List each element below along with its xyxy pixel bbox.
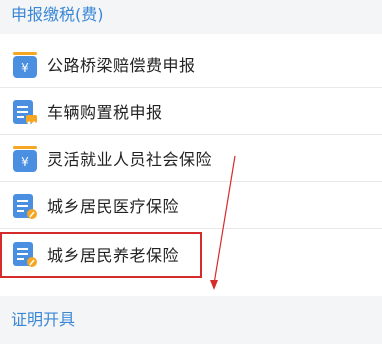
section-header-certificate: 证明开具 [0, 296, 382, 344]
document-car-icon [13, 100, 37, 125]
menu-item-urban-rural-medical-insurance[interactable]: 城乡居民医疗保险 [0, 182, 382, 229]
section-title-declare: 申报缴税(费) [11, 5, 104, 24]
menu-item-label: 车辆购置税申报 [47, 103, 163, 122]
menu-item-highway-bridge-compensation[interactable]: ¥ 公路桥梁赔偿费申报 [0, 41, 382, 88]
menu-item-label: 灵活就业人员社会保险 [47, 150, 213, 169]
yuan-coin-icon: ¥ [13, 52, 37, 78]
section-title-certificate: 证明开具 [11, 310, 76, 329]
svg-text:¥: ¥ [21, 155, 29, 169]
section-header-declare: 申报缴税(费) [0, 0, 382, 34]
menu-item-urban-rural-pension-insurance[interactable]: 城乡居民养老保险 [0, 230, 382, 277]
yuan-coin-icon: ¥ [13, 146, 37, 172]
svg-text:¥: ¥ [21, 61, 29, 75]
document-pencil-icon [13, 194, 37, 219]
menu-item-vehicle-purchase-tax[interactable]: 车辆购置税申报 [0, 88, 382, 135]
tax-service-page: 申报缴税(费) ¥ 公路桥梁赔偿费申报 车辆购置税申报 ¥ 灵活就业人员社会保险… [0, 0, 382, 344]
separator-gap [0, 282, 382, 296]
menu-item-label: 城乡居民医疗保险 [47, 197, 180, 216]
menu-item-flexible-employment-insurance[interactable]: ¥ 灵活就业人员社会保险 [0, 135, 382, 182]
menu-item-label: 城乡居民养老保险 [47, 245, 180, 265]
document-pencil-icon [13, 242, 37, 267]
menu-item-label: 公路桥梁赔偿费申报 [47, 56, 196, 75]
